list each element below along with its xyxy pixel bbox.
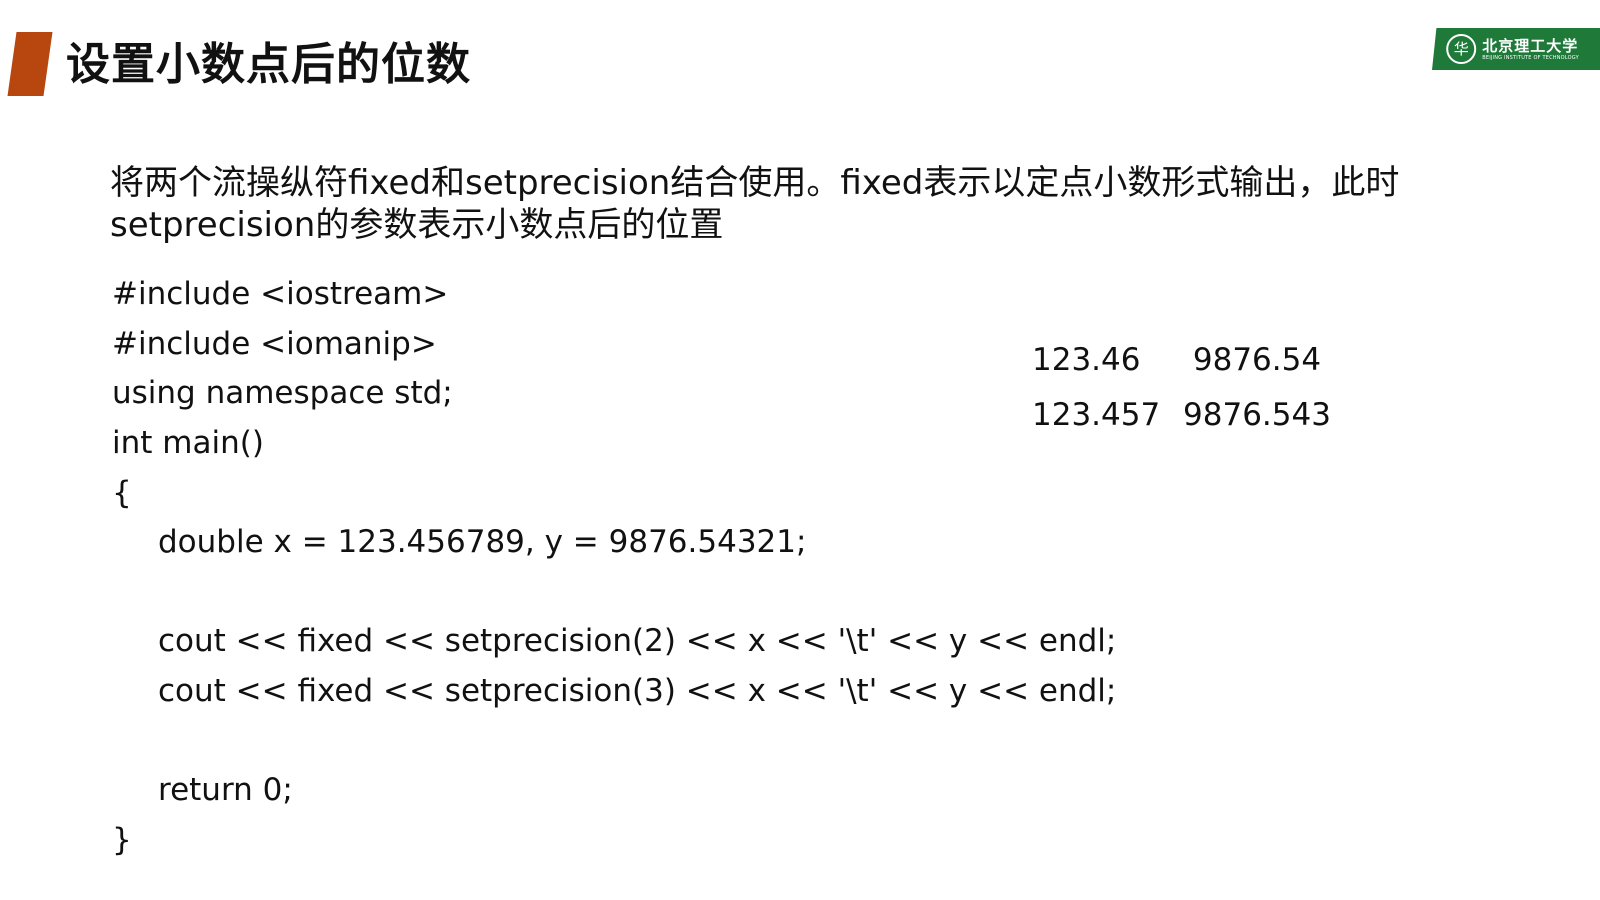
- code-line-include-iostream: #include <iostream>: [112, 276, 449, 312]
- logo-text: 北京理工大学 BEIJING INSTITUTE OF TECHNOLOGY: [1482, 37, 1579, 62]
- output-y-value: 9876.54: [1192, 342, 1322, 378]
- logo-content: 华 北京理工大学 BEIJING INSTITUTE OF TECHNOLOGY: [1434, 34, 1579, 64]
- code-line-using-namespace: using namespace std;: [112, 375, 453, 411]
- code-line-open-brace: {: [112, 475, 132, 511]
- code-line-include-iomanip: #include <iomanip>: [112, 326, 437, 362]
- description-text: 将两个流操纵符fixed和setprecision结合使用。fixed表示以定点…: [110, 163, 1400, 245]
- output-x-value: 123.457: [1032, 397, 1161, 433]
- university-logo: 华 北京理工大学 BEIJING INSTITUTE OF TECHNOLOGY: [1432, 28, 1600, 70]
- logo-name-cn: 北京理工大学: [1482, 36, 1579, 55]
- code-line-int-main: int main(): [112, 425, 264, 461]
- logo-name-en: BEIJING INSTITUTE OF TECHNOLOGY: [1482, 54, 1579, 61]
- code-line-close-brace: }: [112, 822, 132, 858]
- emblem-icon: 华: [1446, 34, 1477, 64]
- code-line-double-decl: double x = 123.456789, y = 9876.54321;: [158, 524, 807, 560]
- output-y-value: 9876.543: [1183, 397, 1331, 433]
- slide-title: 设置小数点后的位数: [66, 39, 471, 90]
- output-x-value: 123.46: [1032, 342, 1141, 378]
- code-line-cout-precision-3: cout << fixed << setprecision(3) << x <<…: [158, 673, 1117, 709]
- title-accent-bar: [7, 32, 53, 96]
- code-line-cout-precision-2: cout << fixed << setprecision(2) << x <<…: [158, 623, 1117, 659]
- code-line-return: return 0;: [158, 772, 293, 808]
